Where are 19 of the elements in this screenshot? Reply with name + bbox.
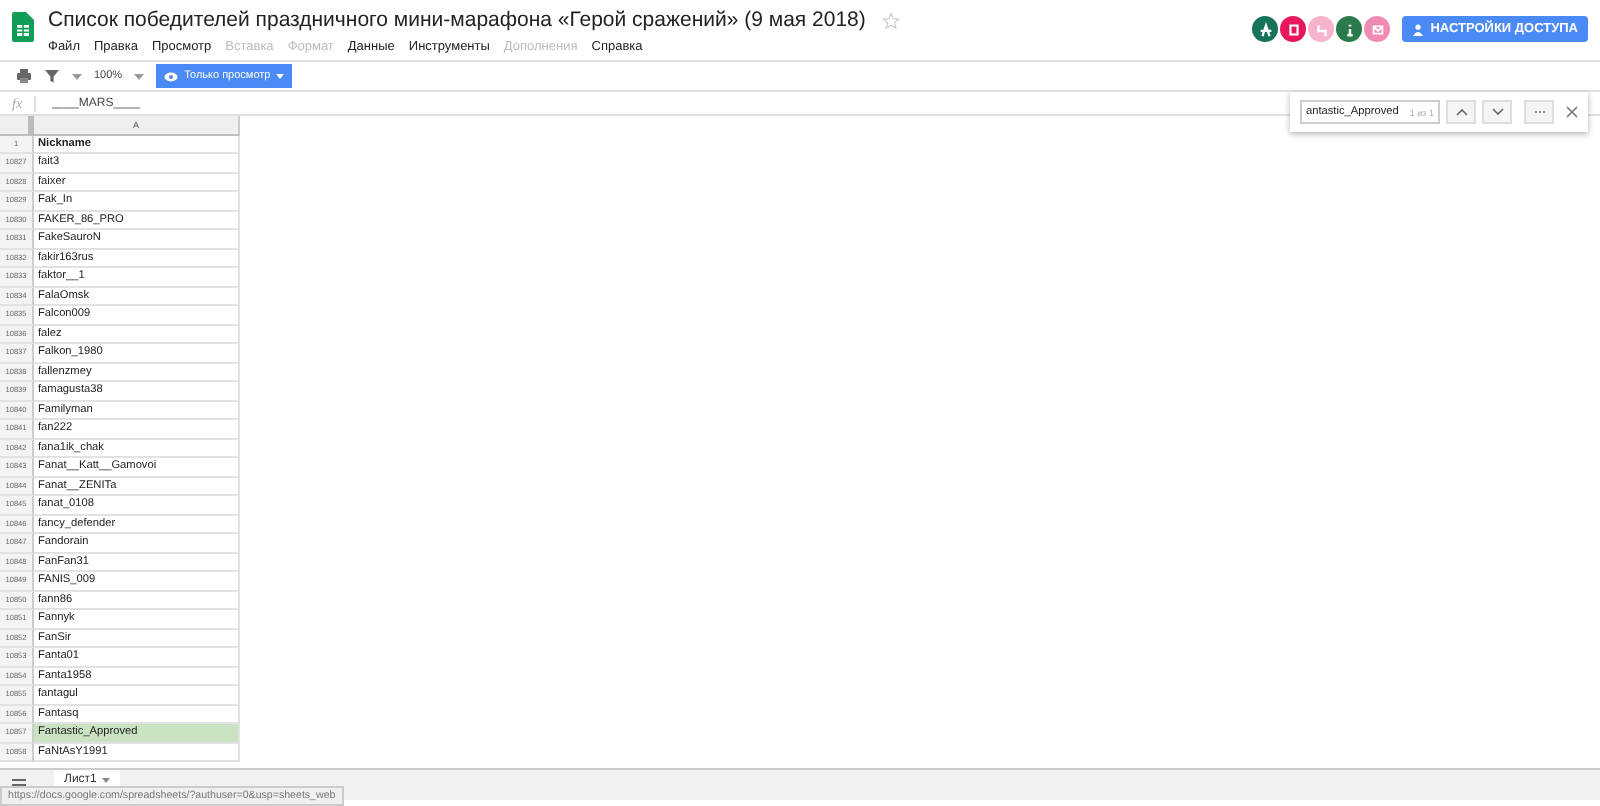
caret-icon[interactable]: [72, 73, 82, 79]
document-title[interactable]: Список победителей праздничного мини-марафона «Герой сражений» (9 мая 2018): [48, 8, 866, 32]
filter-icon[interactable]: [44, 68, 60, 84]
next-button[interactable]: [1482, 100, 1512, 124]
select-all-corner[interactable]: [0, 116, 34, 135]
avatar-icon[interactable]: [1336, 16, 1363, 42]
person-icon: [1412, 23, 1425, 35]
sheets-logo-icon[interactable]: [12, 12, 34, 42]
caret-icon[interactable]: [134, 73, 145, 79]
eye-icon: [164, 71, 179, 81]
star-icon[interactable]: [881, 11, 900, 29]
chevron-down-icon: [1491, 108, 1503, 116]
print-icon[interactable]: [16, 68, 32, 84]
previous-button[interactable]: [1446, 100, 1476, 124]
chevron-up-icon: [1455, 108, 1467, 116]
avatar-icon[interactable]: [1252, 16, 1279, 42]
caret-icon: [276, 73, 285, 79]
avatar-icon[interactable]: [1280, 16, 1307, 42]
close-icon[interactable]: [1566, 106, 1578, 118]
